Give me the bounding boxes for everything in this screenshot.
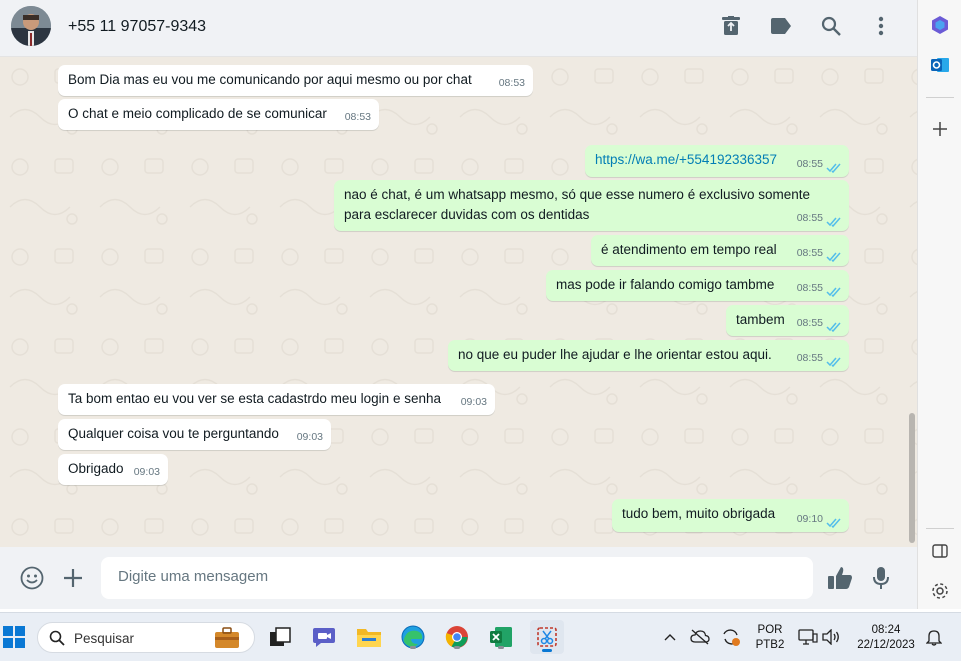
cloud-offline-icon[interactable] (686, 623, 714, 651)
copilot-icon[interactable] (929, 14, 951, 36)
windows-start-icon[interactable] (0, 623, 28, 651)
message-input[interactable] (118, 568, 798, 585)
file-explorer-icon[interactable] (355, 623, 383, 651)
message-time: 08:55 (796, 352, 823, 364)
chevron-up-icon[interactable] (656, 623, 684, 651)
read-ticks-icon (826, 322, 841, 332)
message-time: 08:55 (796, 158, 823, 170)
composer-bar (0, 547, 917, 609)
message-incoming[interactable]: Bom Dia mas eu vou me comunicando por aq… (58, 65, 533, 96)
edge-sidebar (917, 0, 961, 609)
read-ticks-icon (826, 252, 841, 262)
message-time: 09:03 (460, 396, 487, 408)
windows-taskbar: Pesquisar POR PTB2 08:24 22/12/2023 (0, 612, 961, 661)
chat-header: +55 11 97057-9343 (0, 0, 917, 57)
message-outgoing[interactable]: tudo bem, muito obrigada 09:10 (612, 499, 849, 532)
search-icon (49, 630, 65, 646)
task-view-icon[interactable] (266, 623, 294, 651)
message-time: 08:55 (796, 247, 823, 259)
sync-icon[interactable] (717, 623, 745, 651)
message-incoming[interactable]: Qualquer coisa vou te perguntando 09:03 (58, 419, 331, 450)
running-indicator (410, 646, 416, 649)
briefcase-icon (215, 627, 239, 648)
notification-bell-icon[interactable] (920, 623, 948, 651)
archive-icon[interactable] (719, 14, 743, 38)
excel-icon[interactable] (487, 623, 515, 651)
language-code: POR (757, 624, 783, 636)
message-time: 09:03 (133, 466, 160, 478)
message-outgoing[interactable]: nao é chat, é um whatsapp mesmo, só que … (334, 180, 849, 231)
app-window: +55 11 97057-9343 Bom Dia mas eu vou me … (0, 0, 961, 661)
message-incoming[interactable]: O chat e meio complicado de se comunicar… (58, 99, 379, 130)
label-icon[interactable] (769, 14, 793, 38)
chat-scrollbar[interactable] (909, 413, 915, 543)
teams-chat-icon[interactable] (310, 623, 338, 651)
taskbar-search-label: Pesquisar (74, 631, 135, 646)
message-time: 08:55 (796, 282, 823, 294)
message-outgoing[interactable]: é atendimento em tempo real 08:55 (591, 235, 849, 266)
thumbs-up-icon[interactable] (827, 565, 853, 591)
contact-name[interactable]: +55 11 97057-9343 (68, 18, 206, 36)
settings-gear-icon[interactable] (929, 580, 951, 602)
read-ticks-icon (826, 287, 841, 297)
message-time: 08:53 (498, 77, 525, 89)
edge-browser-icon[interactable] (399, 623, 427, 651)
sidebar-divider (926, 528, 954, 529)
read-ticks-icon (826, 518, 841, 528)
message-time: 09:10 (796, 513, 823, 525)
language-indicator[interactable]: POR PTB2 (752, 623, 788, 653)
message-outgoing[interactable]: no que eu puder lhe ajudar e lhe orienta… (448, 340, 849, 371)
message-input-box[interactable] (101, 557, 813, 599)
keyboard-layout: PTB2 (755, 639, 785, 651)
message-time: 08:53 (344, 111, 371, 123)
clock[interactable]: 08:24 22/12/2023 (850, 623, 922, 653)
snipping-tool-icon[interactable] (530, 620, 564, 654)
message-time: 09:03 (296, 431, 323, 443)
volume-icon[interactable] (817, 623, 845, 651)
sidebar-toggle-icon[interactable] (929, 540, 951, 562)
active-indicator (542, 649, 552, 652)
message-outgoing[interactable]: https://wa.me/+554192336357 08:55 (585, 145, 849, 177)
taskbar-search[interactable]: Pesquisar (37, 622, 255, 653)
microphone-icon[interactable] (868, 565, 894, 591)
outlook-icon[interactable] (929, 54, 951, 76)
running-indicator (454, 646, 460, 649)
message-outgoing[interactable]: mas pode ir falando comigo tambme 08:55 (546, 270, 849, 301)
message-incoming[interactable]: Ta bom entao eu vou ver se esta cadastrd… (58, 384, 495, 415)
running-indicator (498, 646, 504, 649)
avatar[interactable] (11, 6, 51, 46)
read-ticks-icon (826, 163, 841, 173)
emoji-icon[interactable] (19, 565, 45, 591)
message-link[interactable]: https://wa.me/+554192336357 (595, 150, 777, 170)
read-ticks-icon (826, 217, 841, 227)
add-icon[interactable] (929, 118, 951, 140)
clock-date: 22/12/2023 (857, 639, 915, 651)
read-ticks-icon (826, 357, 841, 367)
chrome-icon[interactable] (443, 623, 471, 651)
sidebar-divider (926, 97, 954, 98)
chat-area[interactable]: Bom Dia mas eu vou me comunicando por aq… (0, 57, 917, 547)
message-time: 08:55 (796, 212, 823, 224)
more-vertical-icon[interactable] (869, 14, 893, 38)
search-icon[interactable] (819, 14, 843, 38)
message-incoming[interactable]: Obrigado 09:03 (58, 454, 168, 485)
attach-plus-icon[interactable] (60, 565, 86, 591)
message-time: 08:55 (796, 317, 823, 329)
clock-time: 08:24 (871, 624, 901, 636)
message-outgoing[interactable]: tambem 08:55 (726, 305, 849, 336)
